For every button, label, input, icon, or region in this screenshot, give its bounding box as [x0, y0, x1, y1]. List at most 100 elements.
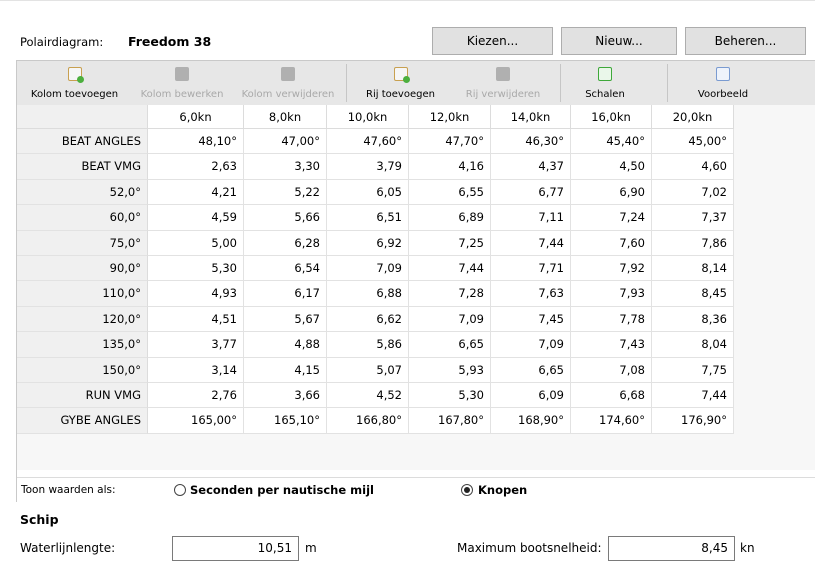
table-cell[interactable]: 7,75	[652, 357, 734, 383]
table-cell[interactable]: 7,28	[409, 281, 491, 307]
row-header[interactable]: 135,0°	[17, 332, 148, 358]
table-cell[interactable]: 5,86	[327, 332, 409, 358]
table-cell[interactable]: 7,86	[652, 230, 734, 256]
table-cell[interactable]: 166,80°	[327, 408, 409, 434]
table-cell[interactable]: 6,68	[571, 383, 652, 409]
table-cell[interactable]: 5,30	[409, 383, 491, 409]
row-header[interactable]: 150,0°	[17, 357, 148, 383]
table-cell[interactable]: 5,00	[148, 230, 244, 256]
table-cell[interactable]: 7,92	[571, 256, 652, 282]
table-cell[interactable]: 8,14	[652, 256, 734, 282]
table-cell[interactable]: 7,37	[652, 205, 734, 231]
table-cell[interactable]: 8,04	[652, 332, 734, 358]
table-cell[interactable]: 4,93	[148, 281, 244, 307]
table-cell[interactable]: 4,15	[244, 357, 327, 383]
table-cell[interactable]: 7,24	[571, 205, 652, 231]
table-cell[interactable]: 4,16	[409, 154, 491, 180]
table-cell[interactable]: 6,88	[327, 281, 409, 307]
table-cell[interactable]: 2,76	[148, 383, 244, 409]
table-cell[interactable]: 3,77	[148, 332, 244, 358]
table-cell[interactable]: 6,05	[327, 179, 409, 206]
table-cell[interactable]: 6,55	[409, 179, 491, 206]
preview-button[interactable]: Voorbeeld	[677, 61, 769, 105]
table-cell[interactable]: 167,80°	[409, 408, 491, 434]
table-cell[interactable]: 7,93	[571, 281, 652, 307]
add-column-button[interactable]: Kolom toevoegen	[17, 61, 132, 105]
table-cell[interactable]: 4,59	[148, 205, 244, 231]
table-cell[interactable]: 5,30	[148, 256, 244, 282]
table-cell[interactable]: 8,45	[652, 281, 734, 307]
knots-radio-label[interactable]: Knopen	[478, 483, 527, 497]
row-header[interactable]: RUN VMG	[17, 383, 148, 409]
delete-row-button[interactable]: Rij verwijderen	[453, 61, 553, 105]
table-cell[interactable]: 6,65	[491, 357, 571, 383]
table-cell[interactable]: 4,88	[244, 332, 327, 358]
table-cell[interactable]: 7,71	[491, 256, 571, 282]
table-cell[interactable]: 5,93	[409, 357, 491, 383]
row-header[interactable]: 52,0°	[17, 179, 148, 206]
max-speed-input[interactable]: 8,45	[608, 536, 735, 561]
seconds-radio[interactable]	[174, 484, 186, 496]
row-header[interactable]: BEAT VMG	[17, 154, 148, 180]
table-cell[interactable]: 3,14	[148, 357, 244, 383]
row-header[interactable]: 120,0°	[17, 306, 148, 333]
table-cell[interactable]: 7,78	[571, 306, 652, 333]
table-cell[interactable]: 7,44	[491, 230, 571, 256]
table-cell[interactable]: 5,67	[244, 306, 327, 333]
table-cell[interactable]: 4,50	[571, 154, 652, 180]
table-cell[interactable]: 8,36	[652, 306, 734, 333]
table-cell[interactable]: 7,44	[409, 256, 491, 282]
seconds-radio-label[interactable]: Seconden per nautische mijl	[190, 483, 374, 497]
table-cell[interactable]: 45,40°	[571, 129, 652, 155]
table-cell[interactable]: 6,28	[244, 230, 327, 256]
table-cell[interactable]: 6,62	[327, 306, 409, 333]
table-cell[interactable]: 6,17	[244, 281, 327, 307]
table-cell[interactable]: 6,51	[327, 205, 409, 231]
table-cell[interactable]: 174,60°	[571, 408, 652, 434]
table-cell[interactable]: 7,09	[491, 332, 571, 358]
column-header[interactable]: 14,0kn	[491, 105, 571, 129]
table-cell[interactable]: 3,66	[244, 383, 327, 409]
table-cell[interactable]: 7,44	[652, 383, 734, 409]
table-cell[interactable]: 47,70°	[409, 129, 491, 155]
column-header[interactable]: 12,0kn	[409, 105, 491, 129]
table-cell[interactable]: 176,90°	[652, 408, 734, 434]
table-cell[interactable]: 5,66	[244, 205, 327, 231]
row-header[interactable]: 75,0°	[17, 230, 148, 256]
column-header[interactable]: 10,0kn	[327, 105, 409, 129]
add-row-button[interactable]: Rij toevoegen	[353, 61, 448, 105]
knots-radio[interactable]	[461, 484, 473, 496]
edit-column-button[interactable]: Kolom bewerken	[132, 61, 232, 105]
table-cell[interactable]: 6,09	[491, 383, 571, 409]
delete-column-button[interactable]: Kolom verwijderen	[232, 61, 344, 105]
column-header[interactable]: 16,0kn	[571, 105, 652, 129]
new-button[interactable]: Nieuw...	[561, 27, 677, 55]
table-cell[interactable]: 7,25	[409, 230, 491, 256]
table-cell[interactable]: 47,00°	[244, 129, 327, 155]
row-header[interactable]: 90,0°	[17, 256, 148, 282]
table-cell[interactable]: 4,21	[148, 179, 244, 206]
table-cell[interactable]: 6,90	[571, 179, 652, 206]
table-cell[interactable]: 3,30	[244, 154, 327, 180]
table-cell[interactable]: 4,52	[327, 383, 409, 409]
row-header[interactable]: GYBE ANGLES	[17, 408, 148, 434]
table-cell[interactable]: 7,02	[652, 179, 734, 206]
table-cell[interactable]: 6,54	[244, 256, 327, 282]
table-cell[interactable]: 48,10°	[148, 129, 244, 155]
manage-button[interactable]: Beheren...	[685, 27, 806, 55]
table-cell[interactable]: 7,45	[491, 306, 571, 333]
table-cell[interactable]: 7,60	[571, 230, 652, 256]
table-cell[interactable]: 6,92	[327, 230, 409, 256]
row-header[interactable]: 110,0°	[17, 281, 148, 307]
table-cell[interactable]: 7,43	[571, 332, 652, 358]
table-cell[interactable]: 7,09	[327, 256, 409, 282]
scale-button[interactable]: Schalen	[565, 61, 645, 105]
waterline-input[interactable]: 10,51	[172, 536, 299, 561]
table-cell[interactable]: 5,22	[244, 179, 327, 206]
table-cell[interactable]: 4,60	[652, 154, 734, 180]
table-cell[interactable]: 165,00°	[148, 408, 244, 434]
table-cell[interactable]: 4,51	[148, 306, 244, 333]
table-cell[interactable]: 6,65	[409, 332, 491, 358]
table-cell[interactable]: 3,79	[327, 154, 409, 180]
table-cell[interactable]: 165,10°	[244, 408, 327, 434]
